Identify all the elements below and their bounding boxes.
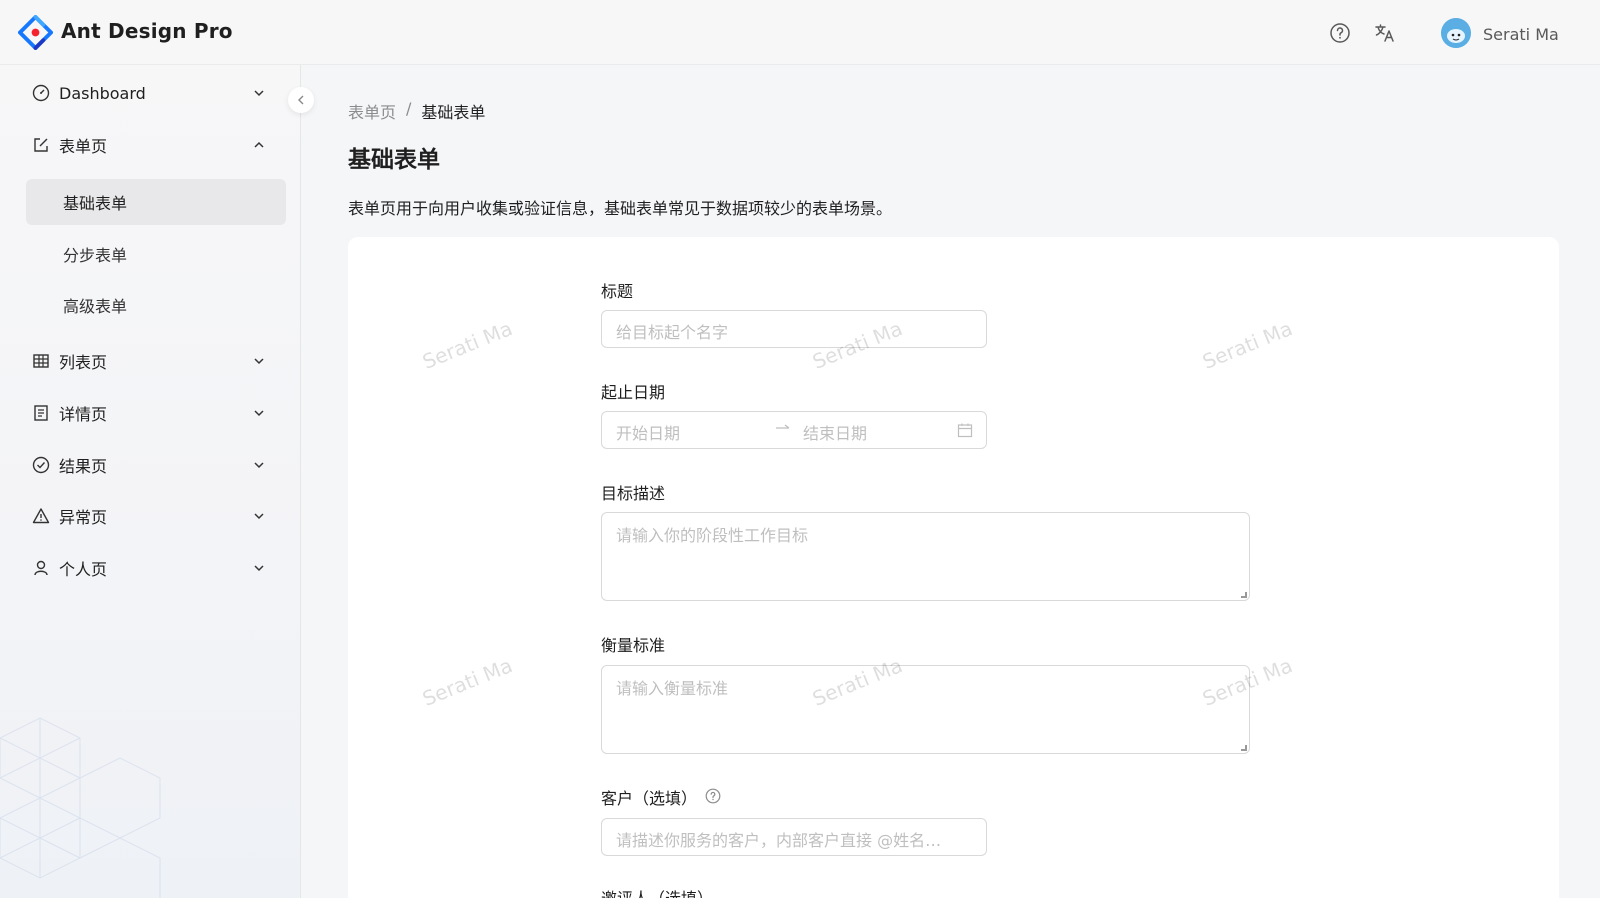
date-range-picker[interactable]: 开始日期 结束日期 (601, 411, 987, 449)
sidebar-item-label: 个人页 (59, 560, 108, 579)
sidebar-collapse-button[interactable] (288, 87, 314, 113)
table-icon (33, 354, 49, 368)
chevron-left-icon (298, 95, 304, 105)
calendar-icon (957, 423, 973, 438)
question-circle-icon[interactable] (1329, 22, 1351, 44)
warning-icon (32, 508, 50, 524)
sidebar-background-pattern (0, 717, 161, 898)
sidebar-subitem-label: 基础表单 (63, 194, 128, 213)
chevron-down-icon (254, 513, 264, 520)
resize-handle-icon[interactable] (1241, 745, 1247, 751)
sidebar-item-label: 列表页 (59, 353, 108, 372)
title-input-placeholder: 给目标起个名字 (616, 323, 729, 342)
user-name[interactable]: Serati Ma (1483, 25, 1559, 44)
reviewer-label: 邀评人（选填） (601, 885, 713, 898)
sidebar-item-result[interactable]: 结果页 (26, 443, 286, 487)
breadcrumb-parent[interactable]: 表单页 (348, 99, 396, 123)
chevron-down-icon (254, 462, 264, 469)
standard-textarea-placeholder: 请输入衡量标准 (616, 679, 729, 698)
goal-label: 目标描述 (601, 484, 666, 503)
check-circle-icon (32, 456, 50, 474)
avatar[interactable] (1441, 18, 1471, 48)
user-icon (34, 560, 48, 576)
sidebar-item-label: 详情页 (59, 405, 108, 424)
sidebar-subitem-label: 分步表单 (63, 246, 128, 265)
chevron-down-icon (254, 410, 264, 417)
app-title[interactable]: Ant Design Pro (61, 19, 233, 43)
goal-textarea[interactable]: 请输入你的阶段性工作目标 (601, 512, 1250, 601)
dashboard-icon (32, 84, 50, 102)
sidebar-item-profile[interactable]: 详情页 (26, 391, 286, 435)
goal-textarea-placeholder: 请输入你的阶段性工作目标 (616, 526, 809, 545)
client-input[interactable]: 请描述你服务的客户，内部客户直接 @姓名… (601, 818, 987, 856)
sidebar-item-account[interactable]: 个人页 (26, 546, 286, 590)
chevron-down-icon (254, 358, 264, 365)
sidebar-subitem-advanced-form[interactable]: 高级表单 (26, 282, 286, 328)
sidebar-item-forms[interactable]: 表单页 (26, 123, 286, 167)
profile-icon (34, 405, 48, 421)
sidebar-item-list[interactable]: 列表页 (26, 339, 286, 383)
date-range-label: 起止日期 (601, 383, 666, 402)
page-description: 表单页用于向用户收集或验证信息，基础表单常见于数据项较少的表单场景。 (348, 199, 893, 218)
client-input-placeholder: 请描述你服务的客户，内部客户直接 @姓名… (616, 831, 942, 850)
form-edit-icon (34, 138, 48, 152)
sidebar-subitem-basic-form[interactable]: 基础表单 (26, 179, 286, 225)
avatar-image-icon (1441, 18, 1471, 48)
sidebar-subitem-label: 高级表单 (63, 297, 128, 316)
breadcrumb-current: 基础表单 (421, 103, 486, 122)
sidebar-subitem-step-form[interactable]: 分步表单 (26, 231, 286, 277)
sidebar-item-label: 结果页 (59, 457, 108, 476)
translate-icon[interactable] (1374, 22, 1396, 44)
top-header: Ant Design Pro Serati Ma (0, 0, 1600, 65)
title-label: 标题 (601, 282, 634, 301)
breadcrumb: 表单页 / 基础表单 (348, 99, 485, 123)
standard-label: 衡量标准 (601, 636, 666, 655)
breadcrumb-separator: / (406, 99, 412, 118)
chevron-down-icon (254, 565, 264, 572)
client-label: 客户（选填） (601, 789, 698, 808)
sidebar-item-dashboard[interactable]: Dashboard (26, 71, 286, 115)
standard-textarea[interactable]: 请输入衡量标准 (601, 665, 1250, 754)
page-title: 基础表单 (348, 147, 440, 173)
sidebar-item-exception[interactable]: 异常页 (26, 494, 286, 538)
chevron-down-icon (254, 90, 264, 97)
chevron-up-icon (254, 141, 264, 148)
resize-handle-icon[interactable] (1241, 592, 1247, 598)
title-input[interactable]: 给目标起个名字 (601, 310, 987, 348)
date-end-input[interactable]: 结束日期 (803, 420, 867, 444)
sidebar-item-label: Dashboard (59, 83, 146, 103)
arrow-right-icon (776, 424, 790, 429)
ant-design-logo-icon[interactable] (18, 15, 53, 50)
sidebar-item-label: 表单页 (59, 137, 108, 156)
sidebar-item-label: 异常页 (59, 508, 108, 527)
date-start-input[interactable]: 开始日期 (616, 420, 680, 444)
question-circle-icon[interactable] (705, 788, 721, 804)
